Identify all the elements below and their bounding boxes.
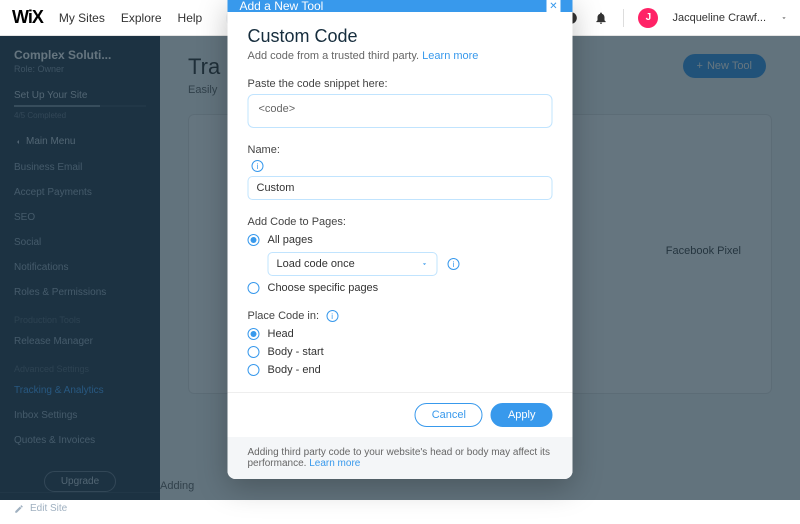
load-select[interactable]: Load code once	[268, 252, 438, 276]
nav-my-sites[interactable]: My Sites	[59, 11, 105, 25]
paste-label: Paste the code snippet here:	[248, 78, 553, 90]
bell-icon[interactable]	[593, 10, 609, 26]
chevron-down-icon	[421, 260, 429, 268]
name-input[interactable]	[248, 176, 553, 200]
radio-icon	[248, 328, 260, 340]
place-label: Place Code in: i	[248, 310, 553, 322]
cancel-button[interactable]: Cancel	[415, 403, 483, 427]
logo: WiX	[12, 7, 43, 28]
avatar[interactable]: J	[638, 8, 658, 28]
radio-body-start[interactable]: Body - start	[248, 346, 553, 358]
username[interactable]: Jacqueline Crawf...	[672, 12, 766, 24]
apply-button[interactable]: Apply	[491, 403, 553, 427]
learn-more-link[interactable]: Learn more	[422, 50, 478, 62]
radio-choose-pages[interactable]: Choose specific pages	[248, 282, 553, 294]
info-icon[interactable]: i	[326, 310, 338, 322]
radio-icon	[248, 234, 260, 246]
custom-code-modal: Add a New Tool ✕ Custom Code Add code fr…	[228, 0, 573, 479]
code-textarea[interactable]: <code>	[248, 94, 553, 128]
pages-label: Add Code to Pages:	[248, 216, 553, 228]
info-icon[interactable]: i	[448, 258, 460, 270]
radio-icon	[248, 364, 260, 376]
radio-icon	[248, 282, 260, 294]
modal-subtitle: Add code from a trusted third party. Lea…	[248, 50, 553, 62]
radio-icon	[248, 346, 260, 358]
radio-head[interactable]: Head	[248, 328, 553, 340]
radio-all-pages[interactable]: All pages	[248, 234, 553, 246]
learn-more-link[interactable]: Learn more	[309, 458, 360, 469]
name-label: Name:	[248, 144, 553, 156]
modal-header: Add a New Tool ✕	[228, 0, 573, 12]
modal-title: Custom Code	[248, 26, 553, 47]
radio-body-end[interactable]: Body - end	[248, 364, 553, 376]
modal-footer: Cancel Apply	[228, 392, 573, 437]
info-icon[interactable]: i	[252, 160, 264, 172]
chevron-down-icon[interactable]	[780, 14, 788, 22]
nav-help[interactable]: Help	[178, 11, 203, 25]
close-icon[interactable]: ✕	[547, 0, 561, 12]
nav-explore[interactable]: Explore	[121, 11, 162, 25]
modal-note: Adding third party code to your website'…	[228, 437, 573, 479]
